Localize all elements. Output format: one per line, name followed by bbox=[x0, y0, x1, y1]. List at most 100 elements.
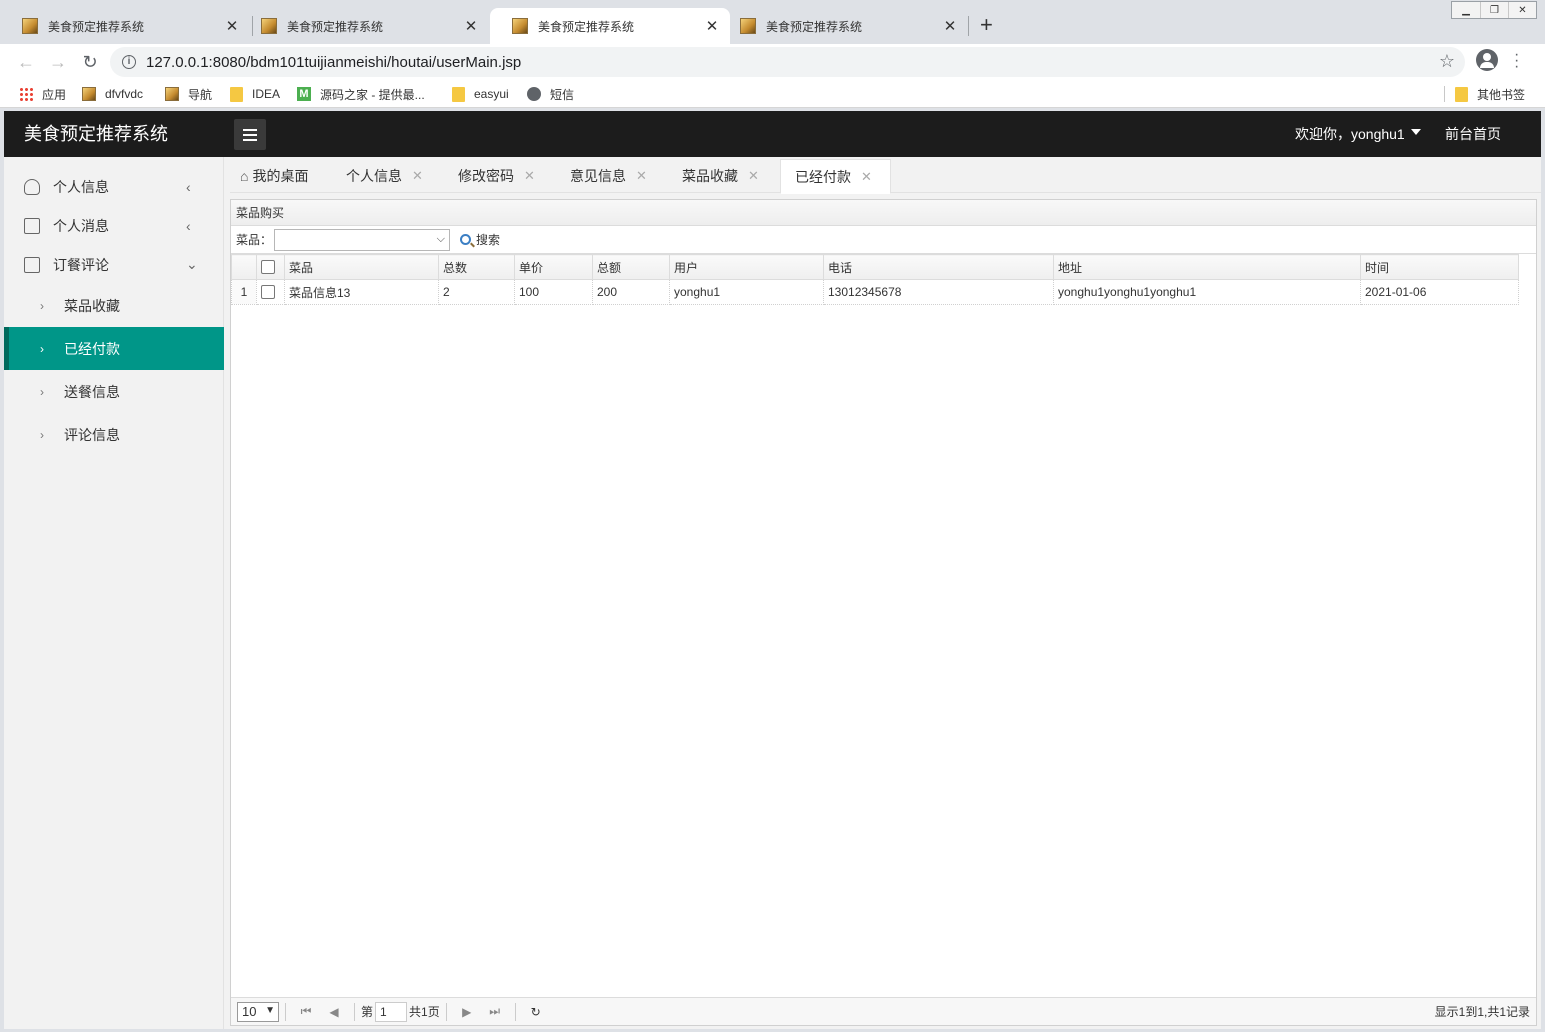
bookmark-item[interactable]: 短信 bbox=[527, 85, 574, 103]
close-icon[interactable]: ✕ bbox=[636, 168, 647, 184]
bookmark-apps[interactable]: 应用 bbox=[19, 85, 66, 103]
tab-label: 菜品收藏 bbox=[682, 168, 738, 184]
browser-tab[interactable]: 美食预定推荐系统 ✕ bbox=[0, 8, 250, 44]
user-menu[interactable]: 欢迎你，yonghu1 bbox=[1295, 111, 1421, 157]
back-arrow-icon[interactable]: ← bbox=[14, 50, 38, 74]
document-icon bbox=[24, 256, 40, 273]
document-icon bbox=[24, 217, 40, 234]
minimize-icon[interactable]: ▁ bbox=[1452, 2, 1480, 18]
data-grid: 菜品 总数 单价 总额 用户 电话 地址 时间 1 菜品信息13 2 100 2… bbox=[231, 254, 1519, 305]
profile-avatar-icon[interactable] bbox=[1476, 49, 1498, 71]
tab-personal-info[interactable]: 个人信息 ✕ bbox=[346, 159, 423, 193]
table-row[interactable]: 1 菜品信息13 2 100 200 yonghu1 13012345678 y… bbox=[231, 279, 1519, 305]
column-header[interactable]: 电话 bbox=[823, 254, 1054, 280]
browser-tab-active[interactable]: 美食预定推荐系统 ✕ bbox=[490, 8, 730, 44]
site-info-icon[interactable]: i bbox=[122, 55, 136, 69]
app-title: 美食预定推荐系统 bbox=[24, 124, 168, 144]
chevron-right-icon: › bbox=[40, 384, 44, 399]
close-icon[interactable]: ✕ bbox=[463, 17, 479, 35]
sidebar-item-favorites[interactable]: › 菜品收藏 bbox=[4, 284, 224, 327]
cell-dish: 菜品信息13 bbox=[284, 279, 439, 305]
hamburger-line bbox=[243, 138, 257, 141]
cell-phone: 13012345678 bbox=[823, 279, 1054, 305]
app-root: 美食预定推荐系统 欢迎你，yonghu1 前台首页 个人信息 ‹ 个人消息 ‹ … bbox=[4, 111, 1541, 1029]
browser-tab[interactable]: 美食预定推荐系统 ✕ bbox=[718, 8, 968, 44]
chevron-down-icon[interactable]: ⌵ bbox=[437, 233, 445, 246]
bookmark-label: dfvfvdc bbox=[105, 87, 144, 101]
address-bar[interactable]: i 127.0.0.1:8080/bdm101tuijianmeishi/hou… bbox=[110, 47, 1465, 77]
window-close-icon[interactable]: ✕ bbox=[1508, 2, 1536, 18]
bookmark-folder[interactable]: easyui bbox=[452, 85, 509, 103]
column-header[interactable]: 菜品 bbox=[284, 254, 439, 280]
close-icon[interactable]: ✕ bbox=[524, 168, 535, 184]
column-header[interactable]: 地址 bbox=[1053, 254, 1361, 280]
column-header[interactable]: 用户 bbox=[669, 254, 824, 280]
reload-icon[interactable]: ↻ bbox=[78, 50, 102, 74]
tab-desktop[interactable]: ⌂ 我的桌面 bbox=[240, 159, 308, 193]
grid-toolbar: 菜品： ⌵ 搜索 bbox=[231, 226, 1536, 254]
row-checkbox[interactable] bbox=[261, 285, 275, 300]
last-page-icon[interactable]: ⏭ bbox=[484, 1004, 506, 1019]
column-header[interactable]: 总数 bbox=[438, 254, 515, 280]
other-bookmarks[interactable]: 其他书签 bbox=[1455, 85, 1525, 103]
close-icon[interactable]: ✕ bbox=[412, 168, 423, 184]
page-number-input[interactable]: 1 bbox=[375, 1001, 408, 1022]
bookmark-label: 源码之家 - 提供最... bbox=[320, 87, 425, 102]
page-size-value: 10 bbox=[242, 1004, 257, 1019]
search-button[interactable]: 搜索 bbox=[460, 231, 500, 248]
first-page-icon[interactable]: ⏮ bbox=[295, 1004, 317, 1019]
bookmark-label: 导航 bbox=[188, 87, 213, 102]
browser-menu-icon[interactable]: · · · bbox=[1514, 47, 1519, 75]
new-tab-plus-icon[interactable]: + bbox=[980, 14, 993, 36]
page-favicon-icon bbox=[261, 18, 277, 34]
sidebar-group-personal-info[interactable]: 个人信息 ‹ bbox=[4, 167, 224, 206]
select-all-checkbox[interactable] bbox=[261, 260, 275, 275]
bookmark-folder[interactable]: IDEA bbox=[230, 85, 280, 103]
app-header: 美食预定推荐系统 欢迎你，yonghu1 前台首页 bbox=[4, 111, 1541, 157]
hamburger-line bbox=[243, 128, 257, 131]
window-controls: ▁ ❐ ✕ bbox=[1451, 1, 1537, 19]
tab-label: 已经付款 bbox=[795, 168, 851, 185]
tab-paid[interactable]: 已经付款 ✕ bbox=[780, 159, 891, 194]
sidebar-group-label: 个人信息 bbox=[53, 178, 109, 195]
sidebar-item-paid[interactable]: › 已经付款 bbox=[4, 327, 224, 370]
browser-tab-title: 美食预定推荐系统 bbox=[287, 19, 384, 34]
bookmark-star-icon[interactable]: ☆ bbox=[1439, 51, 1455, 72]
refresh-icon[interactable]: ↻ bbox=[525, 1005, 547, 1019]
page-number-value: 1 bbox=[380, 1004, 387, 1019]
column-header[interactable]: 时间 bbox=[1360, 254, 1519, 280]
tab-change-password[interactable]: 修改密码 ✕ bbox=[458, 159, 535, 193]
sidebar-group-personal-messages[interactable]: 个人消息 ‹ bbox=[4, 206, 224, 245]
close-icon[interactable]: ✕ bbox=[861, 169, 872, 185]
chevron-right-icon: › bbox=[40, 427, 44, 442]
tab-feedback[interactable]: 意见信息 ✕ bbox=[570, 159, 647, 193]
column-header[interactable]: 总额 bbox=[592, 254, 670, 280]
page-icon bbox=[82, 87, 96, 101]
next-page-icon[interactable]: ▶ bbox=[456, 1005, 478, 1019]
close-icon[interactable]: ✕ bbox=[748, 168, 759, 184]
front-home-link[interactable]: 前台首页 bbox=[1445, 111, 1501, 157]
bookmark-item[interactable]: M 源码之家 - 提供最... bbox=[297, 85, 425, 103]
sidebar-item-comments[interactable]: › 评论信息 bbox=[4, 413, 224, 456]
page-size-select[interactable]: 10 ▼ bbox=[237, 1001, 279, 1022]
browser-tab[interactable]: 美食预定推荐系统 ✕ bbox=[239, 8, 489, 44]
sidebar-group-order-comments[interactable]: 订餐评论 ⌄ bbox=[4, 245, 224, 284]
maximize-icon[interactable]: ❐ bbox=[1480, 2, 1508, 18]
grid-header-row: 菜品 总数 单价 总额 用户 电话 地址 时间 bbox=[231, 254, 1519, 280]
bookmark-item[interactable]: 导航 bbox=[165, 85, 212, 103]
chevron-left-icon: ‹ bbox=[186, 217, 191, 234]
tab-favorites[interactable]: 菜品收藏 ✕ bbox=[682, 159, 759, 193]
column-header[interactable]: 单价 bbox=[514, 254, 593, 280]
close-icon[interactable]: ✕ bbox=[942, 17, 958, 35]
sidebar-item-delivery[interactable]: › 送餐信息 bbox=[4, 370, 224, 413]
close-icon[interactable]: ✕ bbox=[224, 17, 240, 35]
pager-info: 显示1到1,共1记录 bbox=[1434, 1005, 1530, 1019]
chevron-down-icon: ⌄ bbox=[186, 256, 198, 272]
bookmark-item[interactable]: dfvfvdc bbox=[82, 85, 143, 103]
folder-icon bbox=[230, 86, 243, 102]
menu-toggle-button[interactable] bbox=[234, 119, 266, 150]
prev-page-icon[interactable]: ◀ bbox=[323, 1005, 345, 1019]
folder-icon bbox=[452, 86, 465, 102]
dish-filter-combobox[interactable]: ⌵ bbox=[274, 228, 451, 251]
forward-arrow-icon[interactable]: → bbox=[46, 50, 70, 74]
